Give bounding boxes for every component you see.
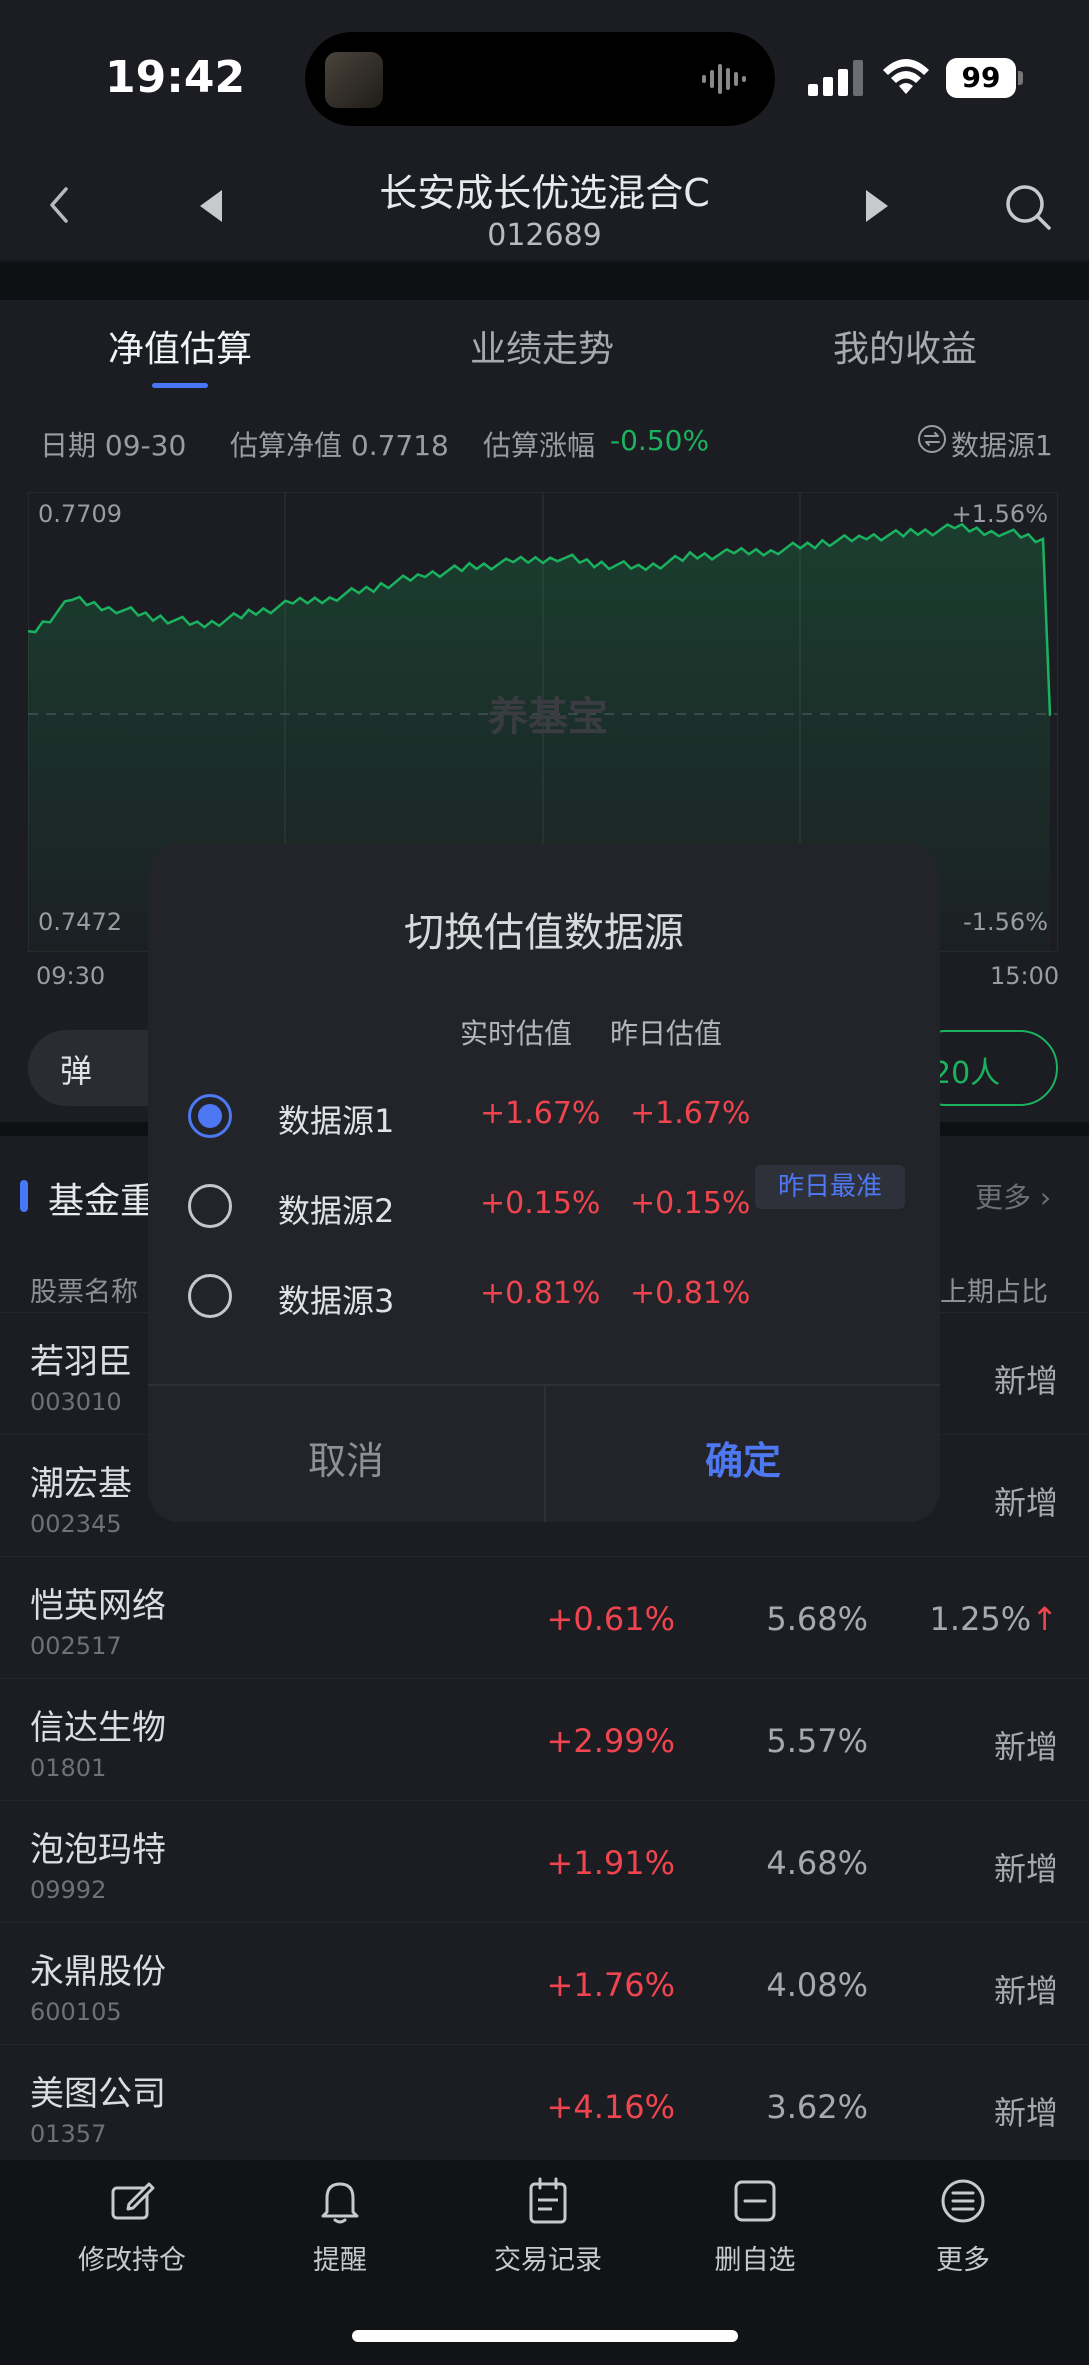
source-label: 数据源3 — [278, 1282, 395, 1320]
edit-holdings-icon — [111, 2182, 155, 2220]
nav-label: 删自选 — [714, 2245, 796, 2276]
nav-label: 更多 — [936, 2245, 990, 2276]
source-yesterday-value: +0.15% — [630, 1186, 751, 1221]
dialog-title: 切换估值数据源 — [404, 910, 684, 956]
source-label: 数据源2 — [278, 1192, 395, 1230]
nav-item-5[interactable]: 更多 — [883, 2176, 1043, 2286]
source-radio-1[interactable] — [188, 1094, 232, 1138]
radio-selected-dot — [198, 1104, 222, 1128]
source-yesterday-value: +1.67% — [630, 1096, 751, 1131]
nav-item-2[interactable]: 提醒 — [260, 2176, 420, 2286]
source-realtime-value: +1.67% — [480, 1096, 601, 1131]
source-realtime-value: +0.81% — [480, 1276, 601, 1311]
source-label: 数据源1 — [278, 1102, 395, 1140]
source-yesterday-value: +0.81% — [630, 1276, 751, 1311]
confirm-label: 确定 — [704, 1439, 781, 1483]
nav-item-1[interactable]: 修改持仓 — [52, 2176, 212, 2286]
nav-label: 修改持仓 — [78, 2245, 186, 2276]
source-realtime-value: +0.15% — [480, 1186, 601, 1221]
most-accurate-badge: 昨日最准 — [755, 1165, 905, 1209]
nav-item-4[interactable]: 删自选 — [675, 2176, 835, 2286]
column-yesterday-estimate: 昨日估值 — [610, 1017, 723, 1050]
nav-item-3[interactable]: 交易记录 — [468, 2176, 628, 2286]
nav-label: 交易记录 — [494, 2245, 602, 2276]
remove-watchlist-icon — [734, 2180, 776, 2222]
menu-icon — [941, 2179, 985, 2223]
bell-icon — [321, 2182, 359, 2224]
cancel-label: 取消 — [307, 1439, 384, 1483]
source-radio-2[interactable] — [188, 1184, 232, 1228]
source-radio-3[interactable] — [188, 1274, 232, 1318]
calendar-icon — [529, 2177, 567, 2224]
home-indicator — [352, 2330, 738, 2342]
nav-label: 提醒 — [313, 2245, 367, 2276]
column-realtime-estimate: 实时估值 — [460, 1017, 573, 1050]
